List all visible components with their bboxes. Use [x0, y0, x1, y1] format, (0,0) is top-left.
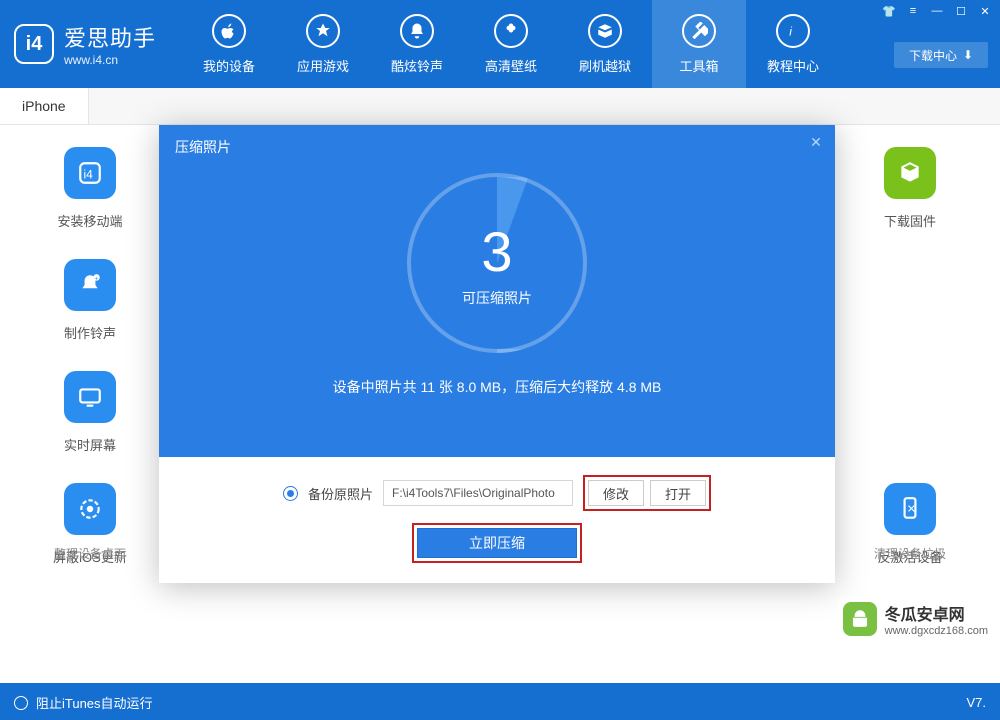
status-left[interactable]: 阻止iTunes自动运行	[14, 693, 153, 712]
statusbar: 阻止iTunes自动运行 V7.	[0, 685, 1000, 720]
version-text: V7.	[966, 695, 986, 710]
bell-plus-icon: +	[64, 259, 116, 311]
dialog-footer: 备份原照片 修改 打开 立即压缩	[159, 457, 835, 583]
highlight-box: 修改 打开	[583, 475, 711, 511]
nav-label: 刷机越狱	[579, 56, 631, 75]
gear-block-icon	[64, 483, 116, 535]
main-nav: 我的设备 应用游戏 酷炫铃声 高清壁纸 刷机越狱 工具箱 i 教程中心	[182, 0, 840, 88]
nav-apps[interactable]: 应用游戏	[276, 0, 370, 88]
svg-text:+: +	[94, 276, 98, 283]
dialog-close-button[interactable]: ✕	[805, 131, 827, 153]
nav-label: 酷炫铃声	[391, 56, 443, 75]
app-store-icon	[306, 14, 340, 48]
status-toggle-icon	[14, 696, 28, 710]
cube-icon	[884, 147, 936, 199]
tool-deactivate-device[interactable]: ✕反激活设备	[850, 483, 970, 595]
nav-label: 我的设备	[203, 56, 255, 75]
tool-label: 安装移动端	[57, 211, 122, 230]
compress-info-text: 设备中照片共 11 张 8.0 MB，压缩后大约释放 4.8 MB	[159, 377, 835, 397]
flower-icon	[494, 14, 528, 48]
modify-button[interactable]: 修改	[588, 480, 644, 506]
close-icon[interactable]: ✕	[976, 4, 994, 18]
status-text: 阻止iTunes自动运行	[36, 693, 153, 712]
compressible-count: 3	[481, 219, 512, 284]
phone-x-icon: ✕	[884, 483, 936, 535]
tool-bottom-item[interactable]: 整理设备桌面	[30, 545, 150, 562]
app-name: 爱思助手	[64, 21, 156, 53]
backup-path-row: 备份原照片 修改 打开	[283, 475, 711, 511]
watermark: 冬瓜安卓网 www.dgxcdz168.com	[837, 597, 994, 641]
compress-now-button[interactable]: 立即压缩	[417, 528, 577, 558]
menu-icon[interactable]: ≡	[904, 4, 922, 18]
app-url: www.i4.cn	[64, 53, 156, 67]
tool-label: 实时屏幕	[64, 435, 116, 454]
dialog-header-area: 压缩照片 ✕ 3 可压缩照片 设备中照片共 11 张 8.0 MB，压缩后大约释…	[159, 125, 835, 457]
device-tabbar: iPhone	[0, 88, 1000, 125]
nav-wallpapers[interactable]: 高清壁纸	[464, 0, 558, 88]
tool-label: 下载固件	[884, 211, 936, 230]
tool-make-ringtone[interactable]: + 制作铃声	[30, 259, 150, 371]
nav-label: 工具箱	[680, 56, 719, 75]
progress-circle: 3 可压缩照片	[407, 173, 587, 353]
backup-original-label: 备份原照片	[308, 484, 373, 503]
download-center-button[interactable]: 下载中心 ⬇	[894, 42, 988, 68]
titlebar: i4 爱思助手 www.i4.cn 我的设备 应用游戏 酷炫铃声 高清壁纸 刷机…	[0, 0, 1000, 88]
nav-flash[interactable]: 刷机越狱	[558, 0, 652, 88]
nav-ringtones[interactable]: 酷炫铃声	[370, 0, 464, 88]
window-controls: 👕 ≡ — ☐ ✕	[880, 4, 994, 18]
compressible-label: 可压缩照片	[462, 288, 532, 308]
minimize-icon[interactable]: —	[928, 4, 946, 18]
svg-text:i4: i4	[84, 167, 94, 181]
tool-bottom-item[interactable]: 清理设备垃圾	[850, 545, 970, 562]
logo-badge-icon: i4	[14, 24, 54, 64]
tool-label: 整理设备桌面	[54, 545, 126, 562]
highlight-box: 立即压缩	[412, 523, 582, 563]
nav-label: 高清壁纸	[485, 56, 537, 75]
watermark-title: 冬瓜安卓网	[885, 601, 988, 625]
apple-icon	[212, 14, 246, 48]
maximize-icon[interactable]: ☐	[952, 4, 970, 18]
svg-text:✕: ✕	[907, 503, 916, 515]
nav-my-device[interactable]: 我的设备	[182, 0, 276, 88]
tools-right-column: 下载固件 ✕反激活设备	[850, 147, 970, 595]
compress-photos-dialog: 压缩照片 ✕ 3 可压缩照片 设备中照片共 11 张 8.0 MB，压缩后大约释…	[159, 125, 835, 583]
i4-icon: i4	[64, 147, 116, 199]
bell-icon	[400, 14, 434, 48]
download-center-label: 下载中心	[909, 47, 957, 64]
android-icon	[843, 602, 877, 636]
info-icon: i	[776, 14, 810, 48]
skin-icon[interactable]: 👕	[880, 4, 898, 18]
download-icon: ⬇	[963, 48, 973, 62]
nav-label: 应用游戏	[297, 56, 349, 75]
watermark-url: www.dgxcdz168.com	[885, 625, 988, 637]
nav-label: 教程中心	[767, 56, 819, 75]
box-icon	[588, 14, 622, 48]
content-area: i4 安装移动端 + 制作铃声 实时屏幕 屏蔽iOS更新 下载固件 ✕反激活设备 整…	[0, 125, 1000, 685]
monitor-icon	[64, 371, 116, 423]
nav-tutorials[interactable]: i 教程中心	[746, 0, 840, 88]
tool-label: 清理设备垃圾	[874, 545, 946, 562]
tools-left-column: i4 安装移动端 + 制作铃声 实时屏幕 屏蔽iOS更新	[30, 147, 150, 595]
backup-original-radio[interactable]	[283, 486, 298, 501]
tool-label: 制作铃声	[64, 323, 116, 342]
dialog-title: 压缩照片	[159, 125, 835, 169]
tools-icon	[682, 14, 716, 48]
backup-path-input[interactable]	[383, 480, 573, 506]
tool-block-ios-update[interactable]: 屏蔽iOS更新	[30, 483, 150, 595]
nav-toolbox[interactable]: 工具箱	[652, 0, 746, 88]
tool-download-firmware[interactable]: 下载固件	[850, 147, 970, 259]
open-button[interactable]: 打开	[650, 480, 706, 506]
svg-text:i: i	[789, 24, 792, 38]
tool-realtime-screen[interactable]: 实时屏幕	[30, 371, 150, 483]
tool-install-mobile[interactable]: i4 安装移动端	[30, 147, 150, 259]
app-logo: i4 爱思助手 www.i4.cn	[0, 21, 174, 67]
tab-iphone[interactable]: iPhone	[0, 88, 89, 124]
